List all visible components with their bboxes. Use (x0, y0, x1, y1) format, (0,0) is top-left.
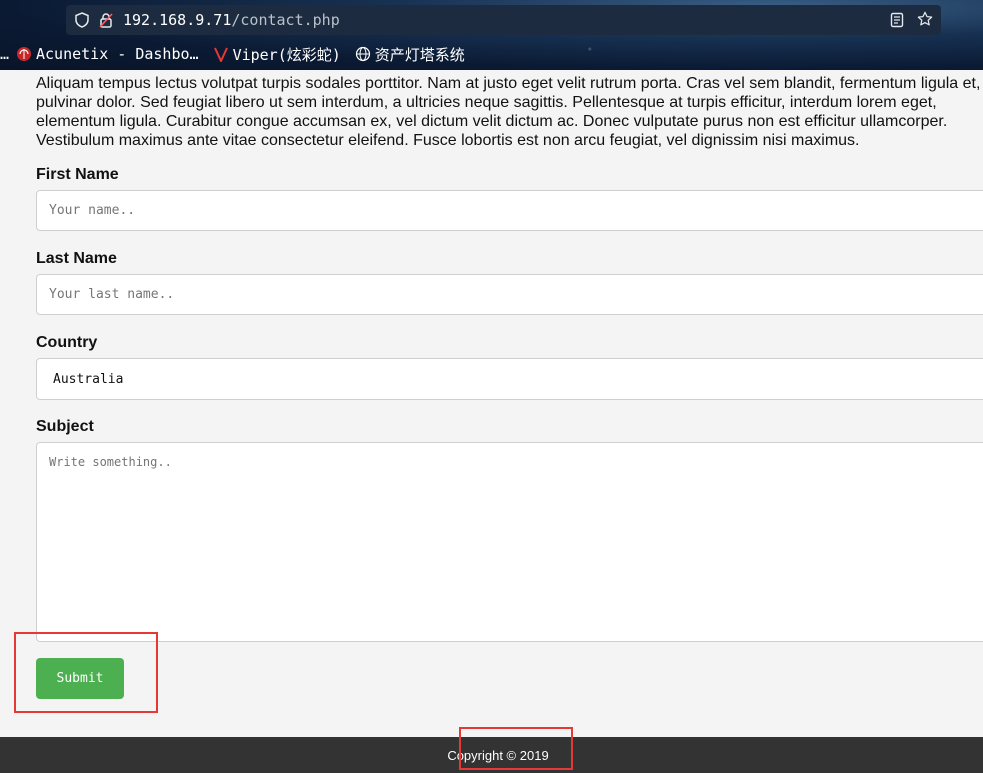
bookmark-label: Viper(炫彩蛇) (232, 45, 341, 64)
acunetix-icon (16, 46, 32, 62)
footer: Copyright © 2019 (0, 737, 983, 773)
bookmarks-toolbar: … Acunetix - Dashbo… Viper(炫彩蛇) 资产灯塔系统 (0, 40, 983, 68)
country-select[interactable]: Australia ▼ (36, 358, 983, 400)
viper-icon (213, 46, 229, 62)
browser-chrome: 192.168.9.71/contact.php … Acunetix - Da… (0, 0, 983, 70)
address-bar[interactable]: 192.168.9.71/contact.php (66, 5, 941, 35)
last-name-label: Last Name (36, 250, 117, 267)
insecure-lock-icon[interactable] (98, 12, 114, 28)
url-path[interactable]: /contact.php (231, 11, 339, 29)
bookmarks-overflow[interactable]: … (0, 45, 10, 63)
bookmark-star-icon[interactable] (917, 11, 933, 27)
reader-view-icon[interactable] (889, 12, 905, 28)
shield-icon[interactable] (74, 12, 90, 28)
bookmark-acunetix[interactable]: Acunetix - Dashbo… (16, 45, 199, 63)
bookmark-label: Acunetix - Dashbo… (36, 45, 199, 63)
first-name-label: First Name (36, 166, 119, 183)
intro-paragraph: Aliquam tempus lectus volutpat turpis so… (36, 75, 981, 149)
country-label: Country (36, 334, 98, 351)
subject-label: Subject (36, 418, 94, 435)
subject-textarea[interactable] (36, 442, 983, 642)
contact-page: Aliquam tempus lectus volutpat turpis so… (0, 70, 983, 773)
bookmark-asset-lighthouse[interactable]: 资产灯塔系统 (355, 44, 465, 65)
globe-icon (355, 46, 371, 62)
submit-button[interactable]: Submit (36, 658, 124, 699)
copyright-text: Copyright © 2019 (447, 747, 549, 763)
url-host[interactable]: 192.168.9.71 (123, 11, 231, 29)
first-name-input[interactable] (36, 190, 983, 231)
country-selected-value: Australia (53, 371, 124, 387)
bookmark-viper[interactable]: Viper(炫彩蛇) (213, 44, 341, 65)
bookmark-label: 资产灯塔系统 (374, 45, 465, 64)
last-name-input[interactable] (36, 274, 983, 315)
